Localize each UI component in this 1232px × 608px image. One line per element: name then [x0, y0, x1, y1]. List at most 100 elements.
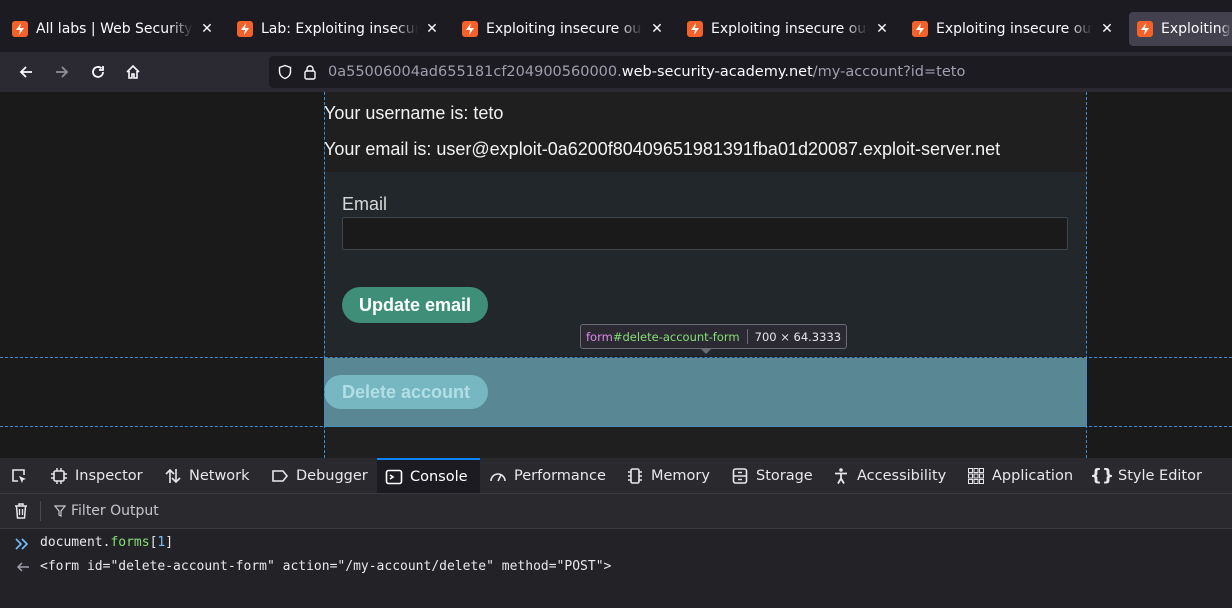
guide-line [1086, 92, 1087, 458]
input-prompt-chevron-icon [14, 536, 30, 552]
application-grid-icon [967, 467, 985, 485]
forward-arrow-icon [56, 66, 69, 78]
email-text: Your email is: user@exploit-0a6200f80409… [324, 139, 1001, 159]
inspector-infobar: form #delete-account-form 700 × 64.3333 [580, 324, 848, 349]
browser-tab[interactable]: Lab: Exploiting insecure output handling… [229, 12, 448, 46]
tab-title: Exploiting insecure output handling [1161, 21, 1231, 37]
tab-label: Memory [651, 467, 710, 484]
close-tab-icon[interactable]: ✕ [199, 21, 215, 37]
tab-title: Exploiting insecure output handling [936, 21, 1093, 37]
element-picker-icon [10, 467, 28, 485]
portswigger-favicon-icon [687, 21, 703, 37]
tab-label: Style Editor [1118, 467, 1202, 484]
tab-memory[interactable]: Memory [626, 458, 710, 493]
console-toolbar: Filter Output [0, 494, 1232, 529]
tab-label: Storage [756, 467, 813, 484]
close-tab-icon[interactable]: ✕ [424, 21, 440, 37]
tab-label: Performance [514, 467, 606, 484]
infobar-id: #delete-account-form [612, 329, 740, 344]
email-input[interactable] [342, 217, 1068, 250]
console-input-line[interactable]: document.forms[1] [40, 535, 173, 550]
web-content: Your username is: teto Your email is: us… [0, 92, 1232, 458]
guide-line [0, 357, 1232, 358]
infobar-dimensions: 700 × 64.3333 [754, 329, 842, 344]
tab-label: Network [189, 467, 250, 484]
portswigger-favicon-icon [237, 21, 253, 37]
toolbar-divider [40, 501, 41, 521]
browser-tab[interactable]: Exploiting insecure output handling ✕ [454, 12, 673, 46]
tab-title: All labs | Web Security Academy [36, 21, 193, 37]
email-label: Email [342, 194, 388, 214]
delete-account-button[interactable]: Delete account [324, 375, 489, 409]
browser-tab-active[interactable]: Exploiting insecure output handling [1129, 12, 1232, 46]
storage-icon [731, 467, 749, 485]
tab-storage[interactable]: Storage [731, 458, 813, 493]
back-arrow-icon [19, 66, 32, 78]
devtools-tab-bar: Inspector Network Debugger Console Perfo… [0, 458, 1232, 494]
lock-icon[interactable] [303, 64, 317, 80]
portswigger-favicon-icon [462, 21, 478, 37]
infobar-arrow [700, 348, 712, 354]
browser-tab-bar: All labs | Web Security Academy ✕ Lab: E… [0, 0, 1232, 52]
performance-icon [489, 467, 507, 485]
infobar-tag: form [586, 329, 613, 344]
tab-inspector[interactable]: Inspector [50, 458, 143, 493]
url-path: /my-account?id=teto [812, 64, 966, 80]
portswigger-favicon-icon [12, 21, 28, 37]
tab-title: Exploiting insecure output handling [711, 21, 868, 37]
url-subdomain: 0a55006004ad655181cf204900560000. [328, 64, 622, 80]
portswigger-favicon-icon [1137, 21, 1153, 37]
tab-title: Lab: Exploiting insecure output handling [261, 21, 418, 37]
close-tab-icon[interactable]: ✕ [1099, 21, 1115, 37]
reload-icon [92, 66, 104, 78]
devtools-panel: Inspector Network Debugger Console Perfo… [0, 458, 1232, 608]
console-output-line[interactable]: <form id="delete-account-form" action="/… [40, 559, 611, 574]
tab-network[interactable]: Network [164, 458, 250, 493]
console-input-property: forms [110, 535, 150, 550]
filter-output-input[interactable]: Filter Output [54, 494, 454, 528]
network-icon [164, 467, 182, 485]
tab-title: Exploiting insecure output handling [486, 21, 643, 37]
username-text: Your username is: teto [324, 103, 504, 123]
memory-icon [626, 467, 644, 485]
tab-accessibility[interactable]: Accessibility [832, 458, 946, 493]
filter-placeholder: Filter Output [71, 503, 159, 519]
browser-tab[interactable]: Exploiting insecure output handling ✕ [904, 12, 1123, 46]
browser-tab[interactable]: All labs | Web Security Academy ✕ [4, 12, 223, 46]
guide-line [324, 92, 325, 458]
browser-tab[interactable]: Exploiting insecure output handling ✕ [679, 12, 898, 46]
update-email-button[interactable]: Update email [342, 287, 489, 323]
url-domain: web-security-academy.net [621, 64, 813, 80]
infobar-divider [746, 329, 748, 344]
element-picker-button[interactable] [10, 458, 36, 493]
guide-line [0, 426, 1232, 427]
tab-label: Application [992, 467, 1074, 484]
inspector-icon [50, 467, 68, 485]
clear-console-trash-icon[interactable] [12, 502, 30, 520]
close-tab-icon[interactable]: ✕ [874, 21, 890, 37]
tab-console[interactable]: Console [377, 458, 480, 493]
accessibility-icon [832, 467, 850, 485]
forward-button[interactable] [48, 58, 76, 86]
console-output[interactable]: document.forms[1] <form id="delete-accou… [0, 529, 1232, 608]
url-bar[interactable]: 0a55006004ad655181cf204900560000. web-sec… [269, 56, 1232, 88]
reload-button[interactable] [84, 58, 112, 86]
output-return-arrow-icon [16, 560, 30, 574]
portswigger-favicon-icon [912, 21, 928, 37]
shield-icon[interactable] [277, 64, 293, 80]
debugger-icon [271, 467, 289, 485]
tab-style-editor[interactable]: {} Style Editor [1089, 458, 1202, 493]
home-icon [126, 64, 140, 79]
tab-label: Accessibility [857, 467, 947, 484]
tab-label: Inspector [75, 467, 143, 484]
tab-label: Debugger [296, 467, 368, 484]
tab-performance[interactable]: Performance [489, 458, 606, 493]
close-tab-icon[interactable]: ✕ [649, 21, 665, 37]
console-input-object: document [40, 535, 103, 550]
console-icon [385, 468, 403, 486]
home-button[interactable] [119, 58, 147, 86]
back-button[interactable] [12, 58, 40, 86]
tab-application[interactable]: Application [967, 458, 1073, 493]
curly-braces-icon: {} [1089, 465, 1115, 486]
tab-debugger[interactable]: Debugger [271, 458, 368, 493]
